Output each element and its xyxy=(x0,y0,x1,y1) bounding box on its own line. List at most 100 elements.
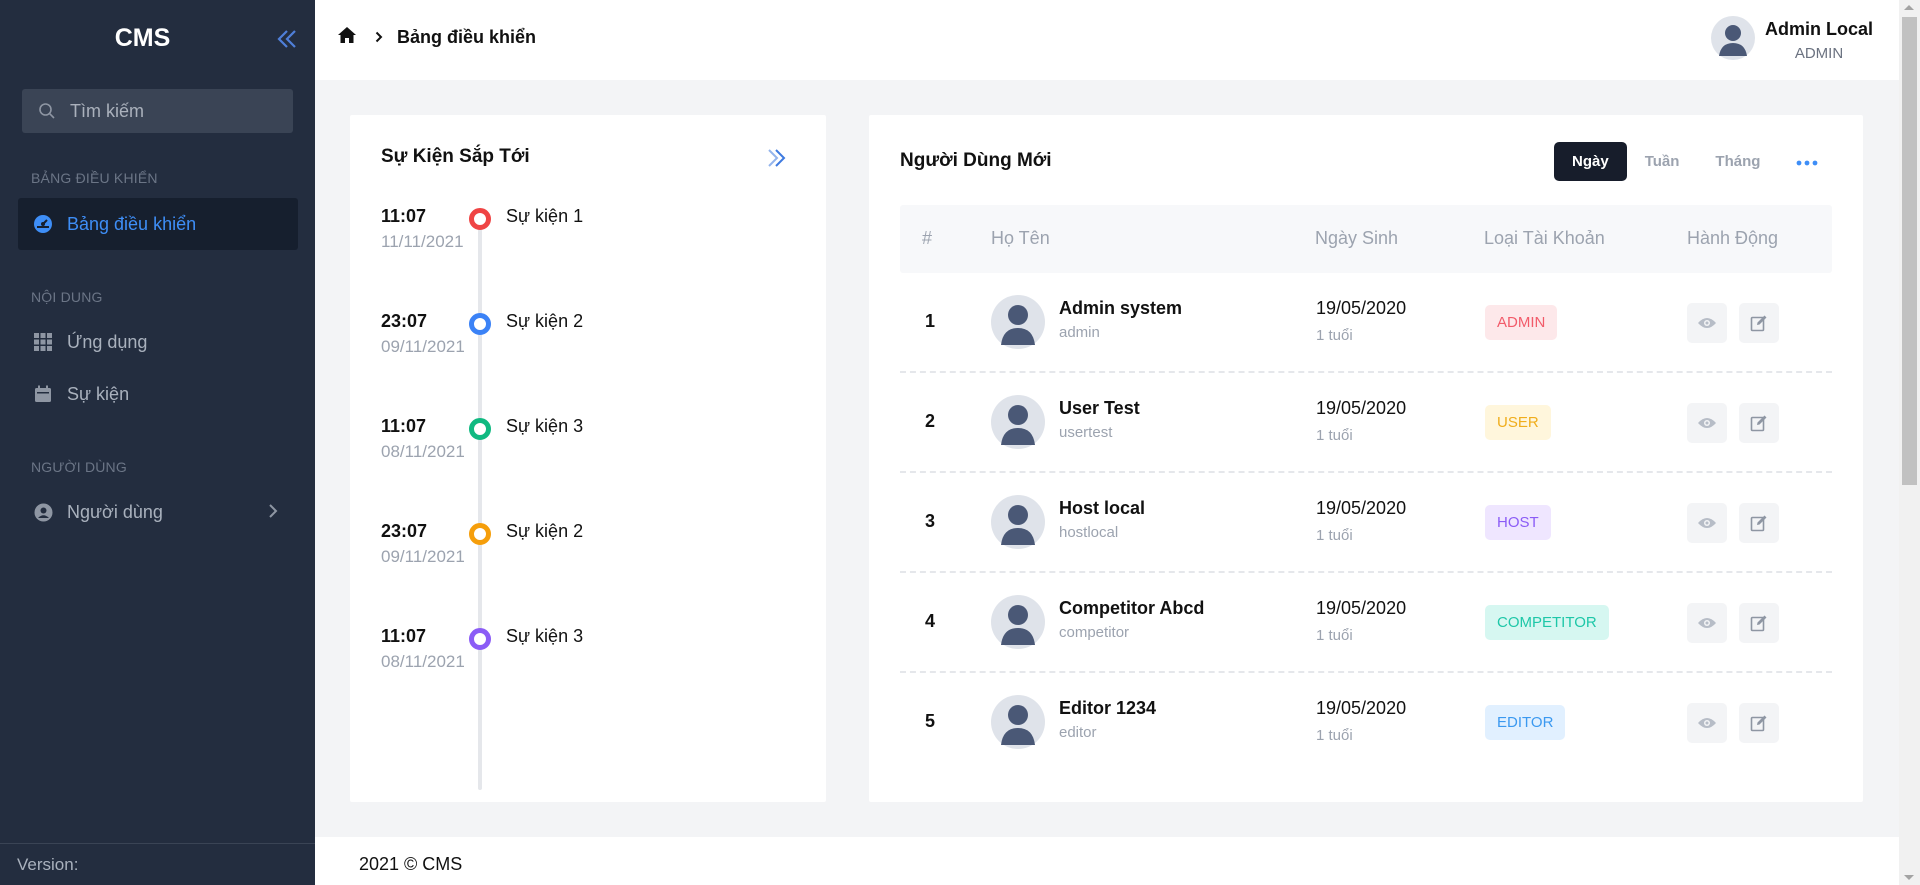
event-date: 08/11/2021 xyxy=(381,442,465,461)
upcoming-events-card: Sự Kiện Sắp Tới 11:07 11/11/2021 Sự kiện… xyxy=(350,115,826,802)
footer: 2021 © CMS xyxy=(315,837,1899,885)
version-label: Version: xyxy=(0,843,315,885)
column-header-name[interactable]: Họ Tên xyxy=(991,228,1050,249)
scrollbar-thumb[interactable] xyxy=(1902,17,1917,485)
search-icon xyxy=(39,103,55,119)
tab-week[interactable]: Tuần xyxy=(1627,142,1698,181)
sidebar-item-dashboard[interactable]: Bảng điều khiển xyxy=(18,198,298,250)
column-header-account-type[interactable]: Loại Tài Khoản xyxy=(1484,228,1605,249)
event-time: 23:07 xyxy=(381,521,428,541)
edit-button[interactable] xyxy=(1739,403,1779,443)
role-badge: ADMIN xyxy=(1485,305,1558,340)
timeline-dot xyxy=(469,418,491,440)
sidebar-item-label: Bảng điều khiển xyxy=(67,213,197,234)
user-fullname[interactable]: Admin system xyxy=(1059,298,1182,319)
user-username: admin xyxy=(1059,324,1100,341)
column-header-dob[interactable]: Ngày Sinh xyxy=(1315,228,1398,249)
avatar[interactable] xyxy=(1710,16,1755,65)
avatar xyxy=(991,595,1045,654)
event-date: 08/11/2021 xyxy=(381,652,465,671)
edit-icon xyxy=(1750,615,1767,632)
sidebar-item-apps[interactable]: Ứng dụng xyxy=(18,316,298,368)
user-dob: 19/05/2020 xyxy=(1316,398,1407,418)
event-item[interactable]: 11:07 08/11/2021 Sự kiện 3 xyxy=(381,626,801,676)
event-item[interactable]: 23:07 09/11/2021 Sự kiện 2 xyxy=(381,521,801,571)
sidebar-item-label: Ứng dụng xyxy=(67,331,148,352)
user-age: 1 tuổi xyxy=(1316,427,1353,444)
edit-icon xyxy=(1750,415,1767,432)
breadcrumb-current: Bảng điều khiển xyxy=(397,27,537,47)
role-badge: HOST xyxy=(1485,505,1551,540)
edit-button[interactable] xyxy=(1739,603,1779,643)
view-button[interactable] xyxy=(1687,403,1727,443)
event-title: Sự kiện 3 xyxy=(506,416,584,436)
scroll-up-arrow-icon[interactable] xyxy=(1904,5,1914,10)
card-title: Người Dùng Mới xyxy=(900,150,1052,171)
user-fullname[interactable]: Competitor Abcd xyxy=(1059,598,1204,619)
event-item[interactable]: 11:07 08/11/2021 Sự kiện 3 xyxy=(381,416,801,466)
more-options-icon[interactable] xyxy=(1796,153,1818,171)
user-username: competitor xyxy=(1059,624,1130,641)
edit-icon xyxy=(1750,715,1767,732)
collapse-sidebar-icon[interactable] xyxy=(274,26,300,52)
edit-button[interactable] xyxy=(1739,703,1779,743)
breadcrumb: Bảng điều khiển xyxy=(337,26,536,49)
brand-logo[interactable]: CMS xyxy=(0,24,285,53)
search-input[interactable] xyxy=(70,100,280,122)
user-fullname[interactable]: User Test xyxy=(1059,398,1140,419)
tab-month[interactable]: Tháng xyxy=(1697,142,1778,181)
edit-button[interactable] xyxy=(1739,503,1779,543)
event-date: 09/11/2021 xyxy=(381,337,465,356)
user-fullname[interactable]: Host local xyxy=(1059,498,1145,519)
user-dob: 19/05/2020 xyxy=(1316,598,1407,618)
eye-icon xyxy=(1698,618,1716,628)
view-button[interactable] xyxy=(1687,703,1727,743)
sidebar-item-label: Sự kiện xyxy=(67,383,130,404)
user-age: 1 tuổi xyxy=(1316,627,1353,644)
user-menu[interactable]: Admin Local ADMIN xyxy=(1710,16,1873,65)
double-chevron-right-icon[interactable] xyxy=(766,147,788,174)
timeline-dot xyxy=(469,313,491,335)
chevron-right-icon xyxy=(268,503,278,524)
user-fullname[interactable]: Editor 1234 xyxy=(1059,698,1156,719)
sidebar-item-events[interactable]: Sự kiện xyxy=(18,368,298,420)
timeline-dot xyxy=(469,523,491,545)
row-index: 3 xyxy=(925,511,936,531)
user-username: editor xyxy=(1059,724,1097,741)
sidebar-search[interactable] xyxy=(22,89,293,133)
sidebar: CMS BẢNG ĐIỀU KHIỂN Bảng điều khiển NỘI … xyxy=(0,0,315,885)
event-time: 11:07 xyxy=(381,626,427,646)
column-header-index: # xyxy=(922,228,933,248)
sidebar-item-users[interactable]: Người dùng xyxy=(18,486,298,538)
user-age: 1 tuổi xyxy=(1316,327,1353,344)
scroll-down-arrow-icon[interactable] xyxy=(1904,875,1914,880)
view-button[interactable] xyxy=(1687,303,1727,343)
user-dob: 19/05/2020 xyxy=(1316,698,1407,718)
topbar: Bảng điều khiển Admin Local ADMIN xyxy=(315,0,1899,80)
grid-icon xyxy=(33,332,53,352)
user-username: hostlocal xyxy=(1059,524,1119,541)
view-button[interactable] xyxy=(1687,603,1727,643)
home-icon[interactable] xyxy=(337,26,357,49)
event-item[interactable]: 11:07 11/11/2021 Sự kiện 1 xyxy=(381,206,801,256)
avatar xyxy=(991,495,1045,554)
row-index: 2 xyxy=(925,411,936,431)
dashboard-gauge-icon xyxy=(33,214,53,234)
role-badge: EDITOR xyxy=(1485,705,1566,740)
row-index: 4 xyxy=(925,611,936,631)
avatar xyxy=(991,395,1045,454)
edit-button[interactable] xyxy=(1739,303,1779,343)
event-time: 11:07 xyxy=(381,206,427,226)
row-index: 5 xyxy=(925,711,936,731)
page-scrollbar[interactable] xyxy=(1899,0,1920,885)
table-row: 3 Host local hostlocal 19/05/2020 1 tuổi… xyxy=(900,473,1832,573)
user-circle-icon xyxy=(33,502,53,522)
event-item[interactable]: 23:07 09/11/2021 Sự kiện 2 xyxy=(381,311,801,361)
new-users-card: Người Dùng Mới Ngày Tuần Tháng # Họ Tên … xyxy=(869,115,1863,802)
view-button[interactable] xyxy=(1687,503,1727,543)
eye-icon xyxy=(1698,718,1716,728)
column-header-actions: Hành Động xyxy=(1687,228,1779,248)
calendar-icon xyxy=(33,384,53,404)
role-badge: USER xyxy=(1485,405,1551,440)
tab-day[interactable]: Ngày xyxy=(1554,142,1627,181)
